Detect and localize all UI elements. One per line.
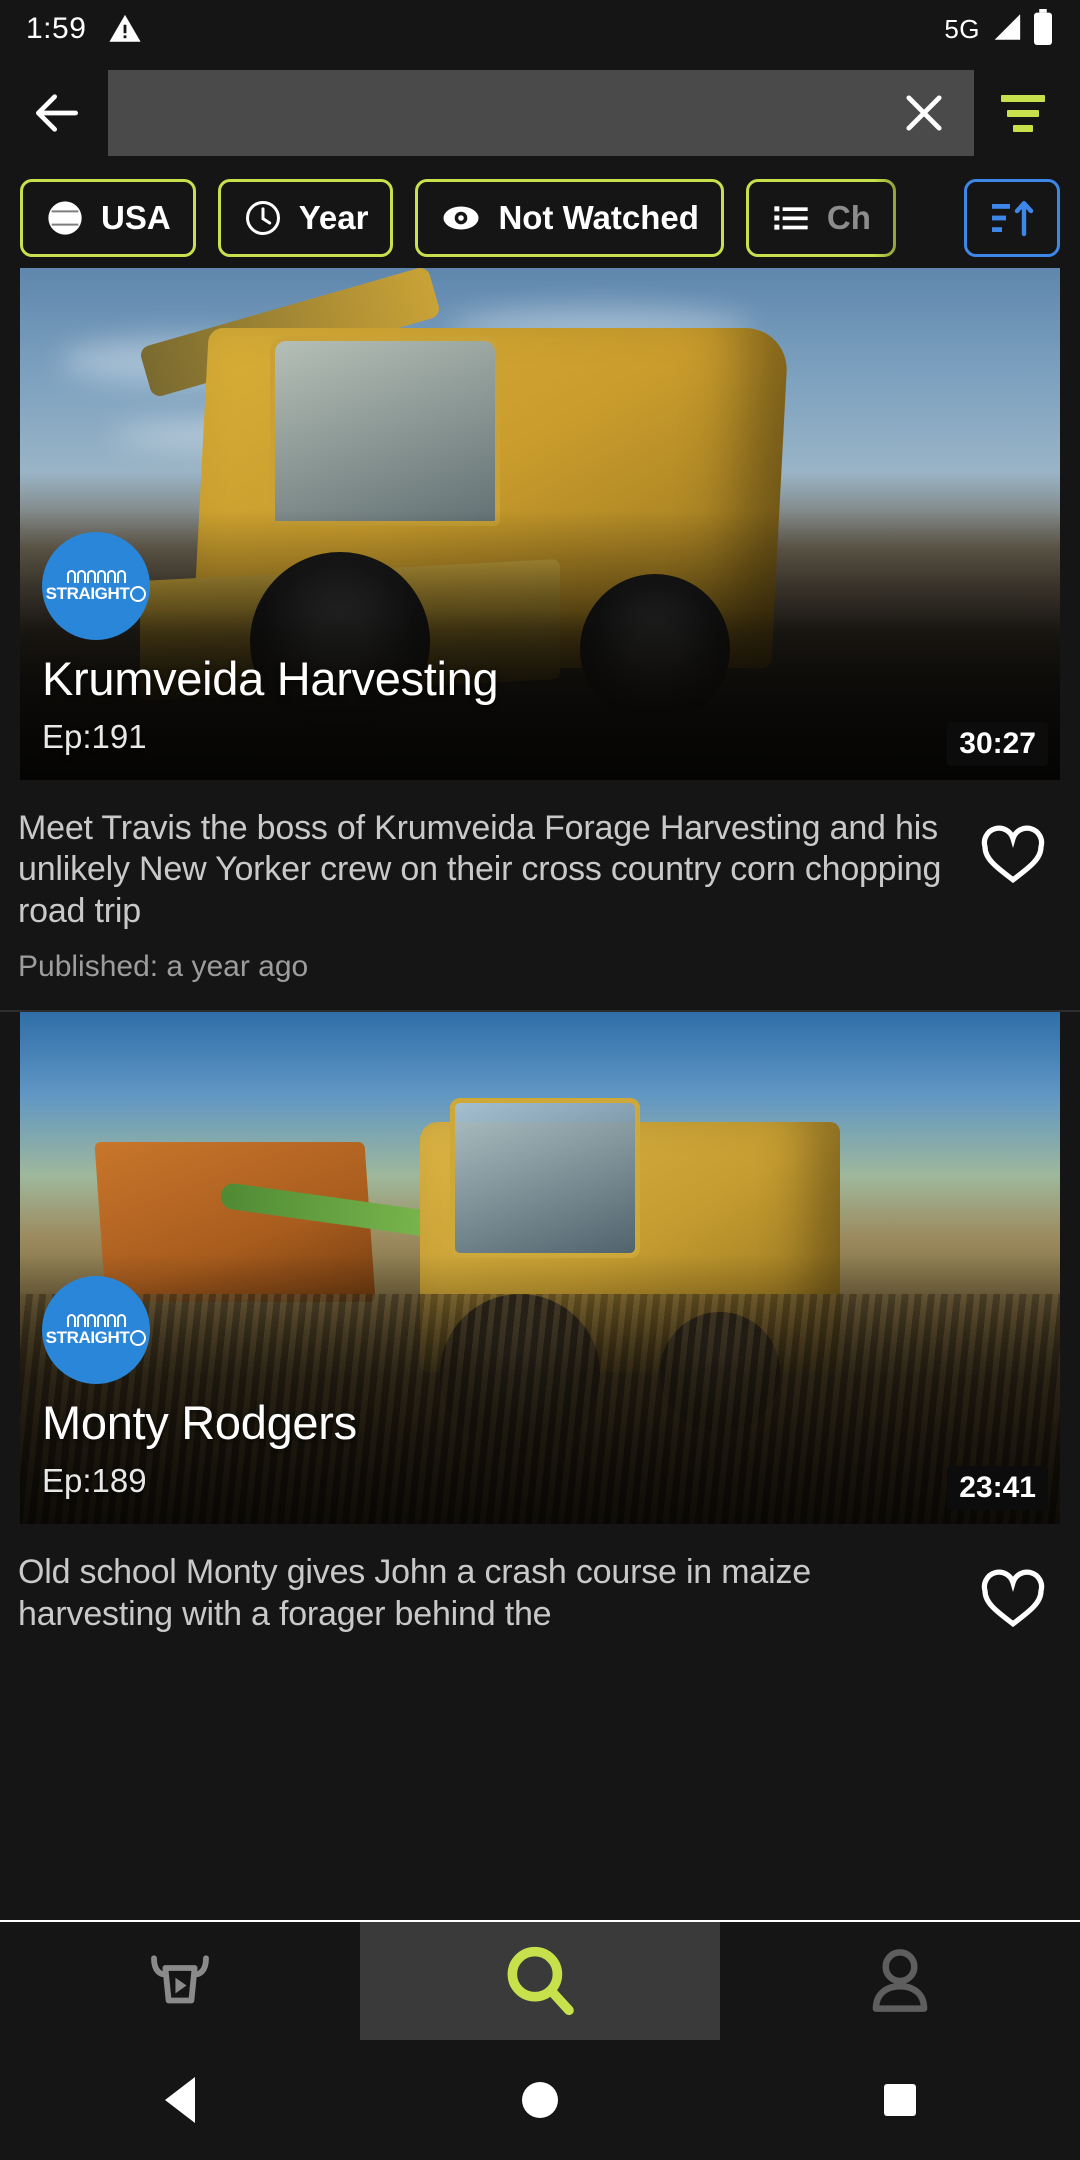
video-title: Krumveida Harvesting (42, 652, 499, 705)
video-meta-text: Meet Travis the boss of Krumveida Forage… (18, 808, 956, 984)
person-icon (872, 1949, 928, 2012)
filter-chip-watched[interactable]: Not Watched (415, 179, 724, 257)
recents-square-icon (884, 2084, 916, 2116)
logo-coils-icon (66, 1314, 126, 1328)
filter-chip-channel-label: Ch (826, 199, 871, 236)
sort-button[interactable] (964, 179, 1060, 257)
video-thumbnail[interactable]: STRAIGHT Monty Rodgers Ep:189 23:41 (20, 1012, 1060, 1525)
turbo-icon (130, 585, 147, 602)
search-input[interactable] (128, 93, 894, 133)
video-card[interactable]: STRAIGHT Krumveida Harvesting Ep:191 30:… (0, 268, 1080, 1013)
bottom-navigation[interactable] (0, 1920, 1080, 2040)
eye-icon (443, 206, 479, 230)
turbo-icon (130, 1329, 147, 1346)
filter-button[interactable] (988, 78, 1058, 148)
thumbnail-gradient (20, 1254, 1060, 1525)
filter-chip-year-label: Year (298, 199, 369, 236)
video-duration-badge: 30:27 (947, 722, 1048, 766)
filter-lines-icon (1013, 124, 1033, 132)
video-description: Meet Travis the boss of Krumveida Forage… (18, 809, 942, 930)
filter-chip-row[interactable]: USA Year Not Watched Ch (0, 168, 1080, 268)
sort-icon (992, 201, 1034, 237)
video-published: Published: a year ago (18, 950, 309, 984)
android-recents-button[interactable] (720, 2084, 1080, 2116)
android-navigation-bar[interactable] (0, 2040, 1080, 2160)
status-right-group: 5G (944, 8, 1054, 50)
video-episode: Ep:189 (42, 1462, 147, 1500)
filter-lines-icon (1007, 109, 1039, 117)
clear-search-button[interactable] (894, 83, 954, 143)
android-back-button[interactable] (0, 2077, 360, 2123)
channel-logo-text: STRAIGHT (46, 1329, 147, 1346)
video-meta-text: Old school Monty gives John a crash cour… (18, 1552, 956, 1635)
status-bar: 1:59 5G (0, 0, 1080, 58)
network-label: 5G (944, 13, 980, 44)
video-card[interactable]: STRAIGHT Monty Rodgers Ep:189 23:41 Old … (0, 1012, 1080, 1661)
logo-coils-icon (66, 570, 126, 583)
back-arrow-icon (36, 94, 78, 132)
video-meta: Old school Monty gives John a crash cour… (0, 1524, 1080, 1661)
filter-chip-year[interactable]: Year (217, 179, 394, 257)
globe-icon (45, 201, 82, 235)
home-circle-icon (522, 2082, 558, 2118)
close-x-icon (906, 95, 942, 131)
bull-play-icon (151, 1955, 209, 2004)
video-feed[interactable]: STRAIGHT Krumveida Harvesting Ep:191 30:… (0, 268, 1080, 1920)
warning-triangle-icon (108, 12, 142, 46)
favorite-button[interactable] (968, 1552, 1058, 1634)
video-episode: Ep:191 (42, 718, 147, 755)
back-button[interactable] (22, 78, 92, 148)
heart-outline-icon (981, 825, 1045, 884)
list-icon (774, 206, 808, 230)
channel-logo-text: STRAIGHT (46, 585, 147, 602)
channel-logo[interactable]: STRAIGHT (42, 532, 150, 640)
search-field[interactable] (108, 70, 974, 156)
filter-chip-country-label: USA (101, 199, 171, 236)
signal-bars-icon (989, 10, 1023, 49)
nav-item-search[interactable] (360, 1922, 720, 2040)
battery-icon (1032, 8, 1054, 50)
search-icon (507, 1946, 574, 2016)
app-screen: 1:59 5G USA Year Not Watched Ch STRAIGHT… (0, 0, 1080, 2160)
video-meta: Meet Travis the boss of Krumveida Forage… (0, 780, 1080, 1010)
video-duration-badge: 23:41 (947, 1466, 1048, 1511)
android-home-button[interactable] (360, 2082, 720, 2118)
status-time: 1:59 (26, 12, 87, 45)
thumbnail-gradient (20, 510, 1060, 780)
channel-logo[interactable]: STRAIGHT (42, 1276, 150, 1385)
clock-icon (245, 200, 280, 236)
filter-chip-watched-label: Not Watched (498, 199, 699, 236)
search-header (0, 58, 1080, 168)
nav-item-videos[interactable] (0, 1922, 360, 2040)
nav-item-profile[interactable] (720, 1922, 1080, 2040)
video-thumbnail[interactable]: STRAIGHT Krumveida Harvesting Ep:191 30:… (20, 268, 1060, 780)
favorite-button[interactable] (968, 808, 1058, 890)
filter-chip-channel[interactable]: Ch (745, 179, 896, 257)
video-title: Monty Rodgers (42, 1396, 357, 1450)
heart-outline-icon (981, 1569, 1045, 1628)
filter-chip-country[interactable]: USA (20, 179, 196, 257)
video-description: Old school Monty gives John a crash cour… (18, 1553, 811, 1633)
back-triangle-icon (165, 2077, 195, 2123)
filter-lines-icon (1001, 94, 1045, 102)
